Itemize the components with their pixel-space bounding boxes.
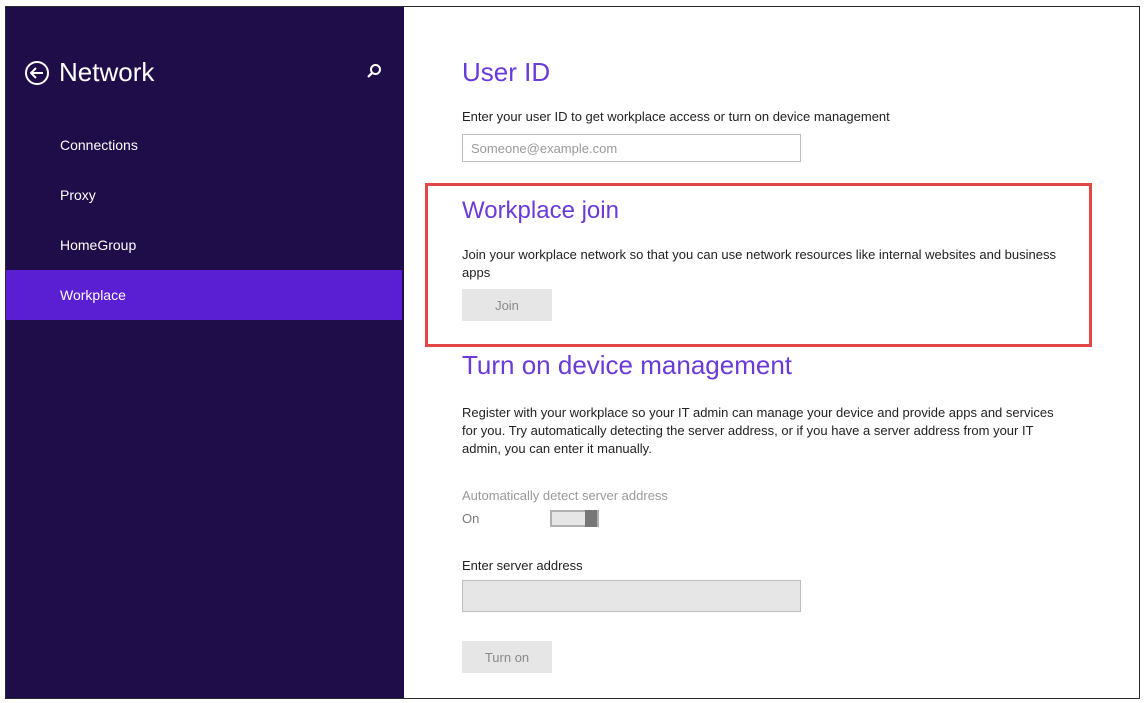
user-id-title: User ID <box>462 57 551 87</box>
sidebar-item-label: HomeGroup <box>60 237 137 253</box>
workplace-join-description: Join your workplace network so that you … <box>462 247 1056 280</box>
main-panel: User ID Enter your user ID to get workpl… <box>404 7 1139 698</box>
turn-on-button[interactable]: Turn on <box>462 641 552 673</box>
back-arrow-icon[interactable] <box>25 60 49 85</box>
sidebar-item-label: Proxy <box>60 187 96 203</box>
toggle-thumb <box>585 510 597 527</box>
sidebar-item-proxy[interactable]: Proxy <box>6 170 402 220</box>
sidebar-item-label: Workplace <box>60 287 126 303</box>
sidebar: Network Connections Proxy HomeGroup Work… <box>6 7 404 698</box>
search-icon[interactable] <box>366 63 382 79</box>
toggle-state-label: On <box>462 511 480 526</box>
device-management-title: Turn on device management <box>462 350 793 380</box>
sidebar-item-workplace[interactable]: Workplace <box>6 270 402 320</box>
settings-window: Network Connections Proxy HomeGroup Work… <box>5 6 1140 699</box>
sidebar-title: Network <box>59 57 155 87</box>
sidebar-item-homegroup[interactable]: HomeGroup <box>6 220 402 270</box>
sidebar-item-connections[interactable]: Connections <box>6 120 402 170</box>
user-id-description: Enter your user ID to get workplace acce… <box>462 109 890 124</box>
sidebar-header: Network <box>25 57 154 88</box>
user-id-input[interactable] <box>462 134 801 162</box>
server-address-label: Enter server address <box>462 558 583 573</box>
auto-detect-label: Automatically detect server address <box>462 488 668 503</box>
sidebar-item-label: Connections <box>60 137 138 153</box>
device-management-description: Register with your workplace so your IT … <box>462 405 1054 456</box>
auto-detect-toggle[interactable] <box>550 510 599 527</box>
server-address-input[interactable] <box>462 580 801 612</box>
join-button[interactable]: Join <box>462 289 552 321</box>
workplace-join-title: Workplace join <box>462 197 619 224</box>
